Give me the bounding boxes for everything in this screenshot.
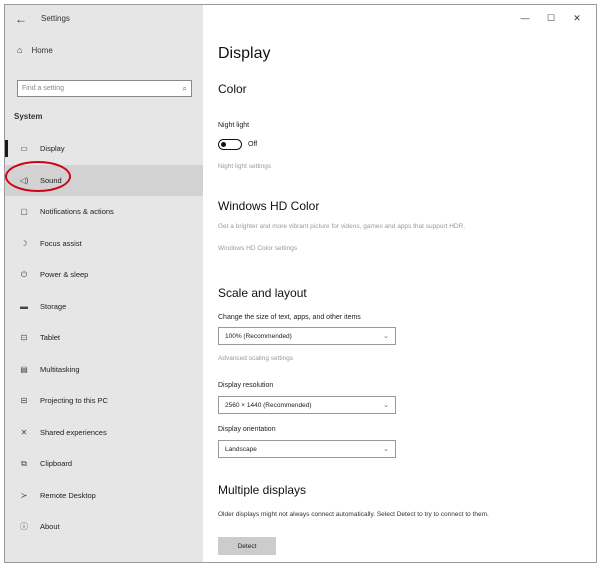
chevron-down-icon: ⌄: [383, 446, 389, 453]
night-light-toggle[interactable]: [218, 139, 242, 150]
orientation-label: Display orientation: [218, 426, 276, 433]
sidebar-nav: ▭ Display ◁) Sound ▢ Notifications & act…: [5, 133, 203, 543]
night-light-label: Night light: [218, 122, 250, 129]
window-controls: — ☐ ✕: [512, 9, 590, 27]
main-content: — ☐ ✕ Display Color Night light Off Nigh…: [203, 5, 596, 562]
night-light-settings-link[interactable]: Night light settings: [218, 163, 271, 170]
projector-icon: ⊟: [20, 396, 28, 406]
sidebar-item-label: Tablet: [40, 333, 61, 343]
size-label: Change the size of text, apps, and other…: [218, 314, 361, 321]
page-title: Display: [218, 45, 271, 62]
orientation-value: Landscape: [225, 445, 257, 453]
orientation-dropdown[interactable]: Landscape ⌄: [218, 440, 396, 458]
remote-desktop-icon: ≻: [20, 490, 28, 500]
sidebar-item-power-sleep[interactable]: ⏻ Power & sleep: [5, 259, 203, 291]
sidebar: ← Settings ⌂ Home Find a setting ⌕ Syste…: [5, 5, 203, 562]
sidebar-item-tablet[interactable]: ⊡ Tablet: [5, 322, 203, 354]
search-icon: ⌕: [182, 83, 187, 93]
sidebar-item-label: Power & sleep: [40, 270, 89, 280]
sidebar-item-about[interactable]: ⓘ About: [5, 511, 203, 543]
sidebar-item-projecting[interactable]: ⊟ Projecting to this PC: [5, 385, 203, 417]
sidebar-item-storage[interactable]: ▬ Storage: [5, 291, 203, 323]
resolution-label: Display resolution: [218, 382, 274, 389]
close-icon[interactable]: ✕: [564, 9, 590, 27]
resolution-value: 2560 × 1440 (Recommended): [225, 401, 312, 409]
sidebar-item-label: Projecting to this PC: [40, 396, 108, 406]
sidebar-item-display[interactable]: ▭ Display: [5, 133, 203, 165]
sidebar-item-label: Shared experiences: [40, 427, 107, 437]
search-input[interactable]: Find a setting ⌕: [17, 80, 192, 97]
sidebar-item-label: Storage: [40, 301, 67, 311]
info-icon: ⓘ: [20, 522, 28, 532]
color-heading: Color: [218, 82, 247, 96]
sidebar-item-label: Notifications & actions: [40, 207, 114, 217]
speaker-icon: ◁): [19, 175, 29, 185]
sidebar-item-clipboard[interactable]: ⧉ Clipboard: [5, 448, 203, 480]
power-icon: ⏻: [20, 269, 28, 279]
sidebar-item-label: Display: [40, 144, 65, 154]
sidebar-item-notifications[interactable]: ▢ Notifications & actions: [5, 196, 203, 228]
search-placeholder: Find a setting: [22, 85, 65, 92]
sidebar-item-remote-desktop[interactable]: ≻ Remote Desktop: [5, 480, 203, 512]
maximize-icon[interactable]: ☐: [538, 9, 564, 27]
scale-heading: Scale and layout: [218, 286, 307, 300]
toggle-knob: [221, 141, 226, 147]
notification-icon: ▢: [20, 207, 28, 217]
advanced-scaling-link[interactable]: Advanced scaling settings: [218, 355, 293, 362]
night-light-state: Off: [248, 141, 258, 148]
app-title: Settings: [41, 14, 70, 23]
sidebar-item-label: Focus assist: [40, 238, 82, 248]
multitasking-icon: ▤: [20, 364, 28, 374]
sidebar-item-sound[interactable]: ◁) Sound: [5, 164, 203, 196]
sidebar-item-label: Multitasking: [40, 364, 80, 374]
sidebar-item-focus-assist[interactable]: ☽ Focus assist: [5, 228, 203, 260]
scale-value: 100% (Recommended): [225, 332, 292, 340]
chevron-down-icon: ⌄: [383, 333, 389, 340]
settings-window: ← Settings ⌂ Home Find a setting ⌕ Syste…: [4, 4, 597, 563]
monitor-icon: ▭: [20, 144, 28, 154]
sidebar-item-label: Clipboard: [40, 459, 73, 469]
sidebar-item-label: Sound: [40, 175, 62, 185]
hdr-heading: Windows HD Color: [218, 199, 320, 213]
detect-button[interactable]: Detect: [218, 537, 276, 555]
home-icon: ⌂: [17, 45, 23, 55]
chevron-down-icon: ⌄: [383, 402, 389, 409]
hdr-settings-link[interactable]: Windows HD Color settings: [218, 245, 297, 252]
home-link[interactable]: ⌂ Home: [17, 45, 53, 55]
tablet-icon: ⊡: [20, 333, 28, 343]
sidebar-item-multitasking[interactable]: ▤ Multitasking: [5, 354, 203, 386]
hdr-description: Get a brighter and more vibrant picture …: [218, 223, 466, 230]
multiple-displays-heading: Multiple displays: [218, 483, 307, 497]
home-label: Home: [31, 45, 53, 55]
shared-icon: ✕: [20, 427, 28, 437]
minimize-icon[interactable]: —: [512, 9, 538, 27]
sidebar-item-label: About: [40, 522, 60, 532]
multiple-displays-description: Older displays might not always connect …: [218, 511, 489, 518]
back-arrow-icon[interactable]: ←: [15, 12, 27, 26]
moon-icon: ☽: [20, 238, 28, 248]
scale-dropdown[interactable]: 100% (Recommended) ⌄: [218, 327, 396, 345]
resolution-dropdown[interactable]: 2560 × 1440 (Recommended) ⌄: [218, 396, 396, 414]
sidebar-item-shared-experiences[interactable]: ✕ Shared experiences: [5, 417, 203, 449]
section-label-system: System: [14, 112, 43, 121]
storage-icon: ▬: [20, 301, 28, 311]
sidebar-item-label: Remote Desktop: [40, 490, 96, 500]
clipboard-icon: ⧉: [21, 458, 27, 468]
